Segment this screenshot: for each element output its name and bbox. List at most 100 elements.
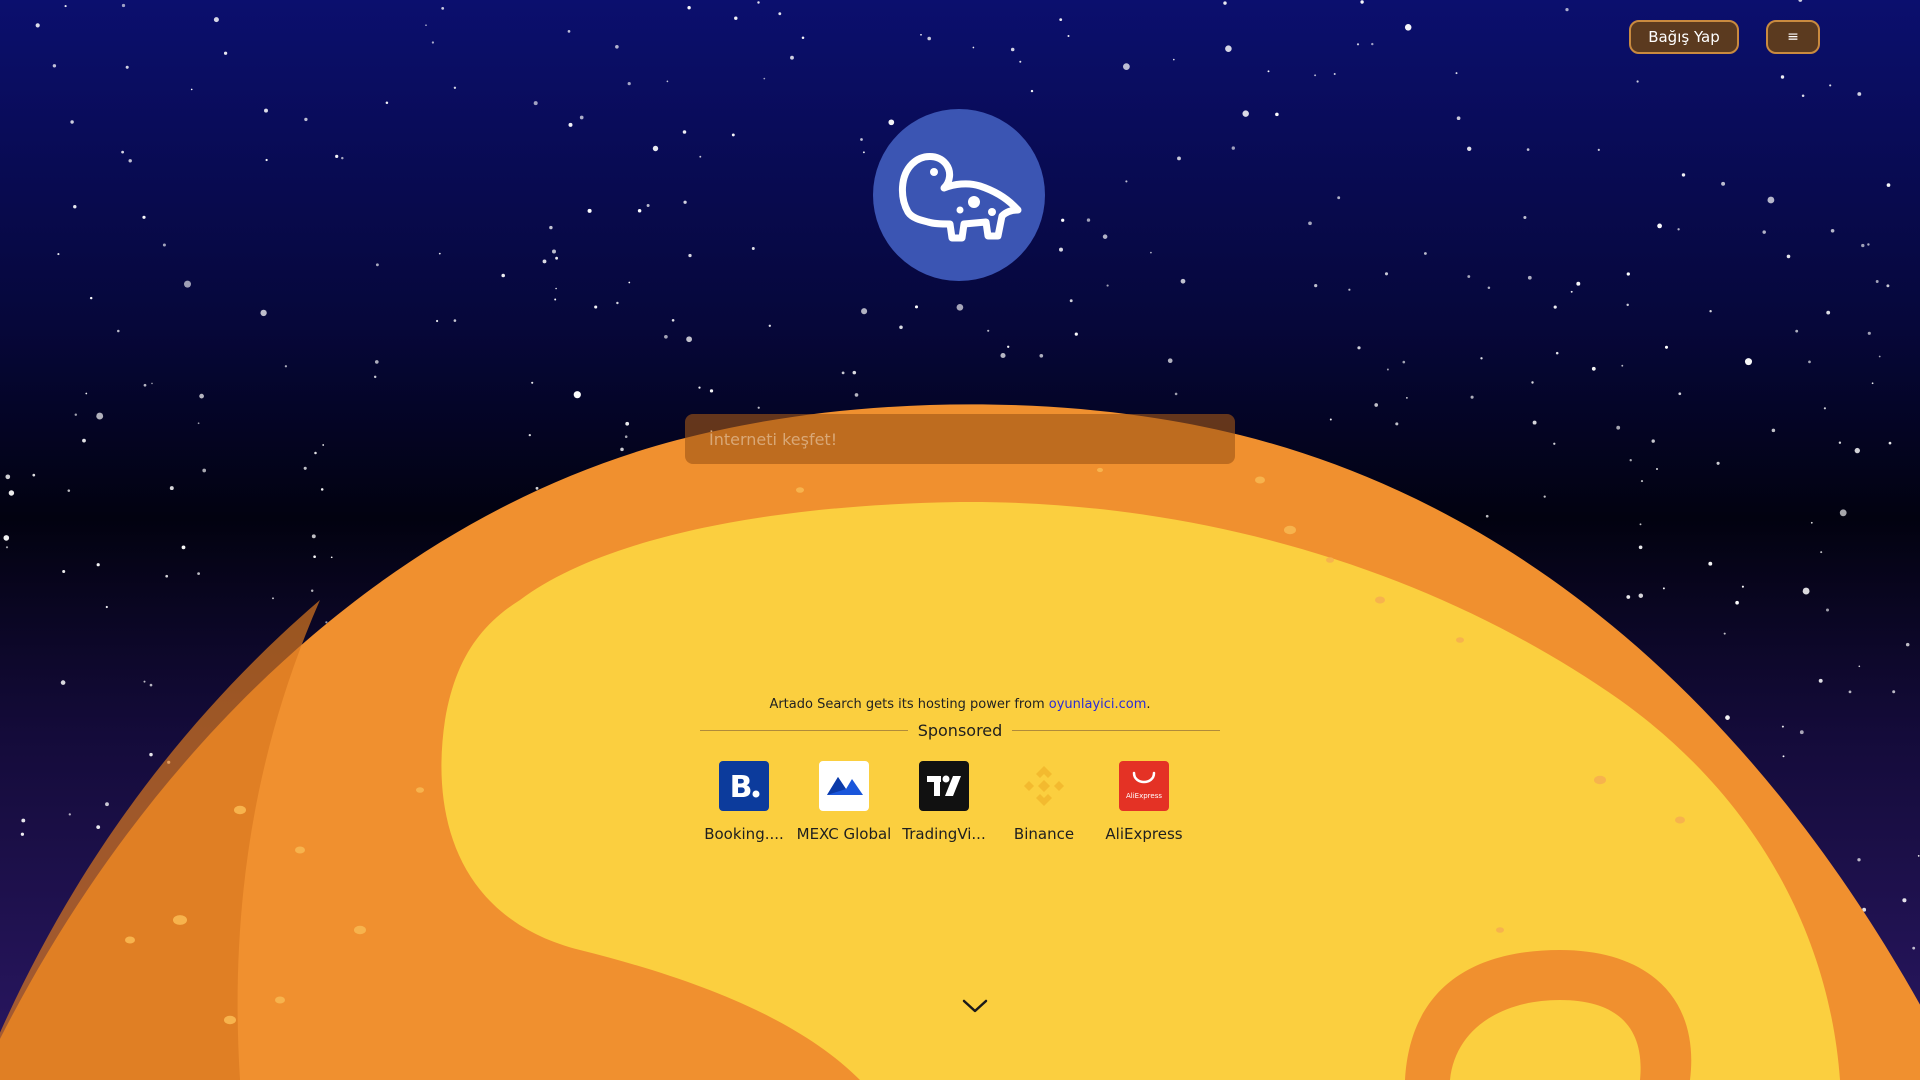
star (325, 621, 328, 624)
star (535, 486, 539, 490)
star (615, 44, 619, 49)
star (616, 301, 619, 305)
star (5, 546, 9, 549)
star (1406, 397, 1408, 399)
star (121, 150, 124, 154)
star (374, 360, 379, 364)
shortcut-binance[interactable]: Binance (994, 761, 1094, 846)
star (330, 556, 333, 559)
star (1487, 286, 1491, 290)
star (272, 597, 274, 600)
star (1039, 353, 1044, 358)
star (149, 683, 153, 687)
star (801, 36, 805, 40)
star (1888, 441, 1892, 445)
booking-icon: B (719, 761, 769, 811)
star (313, 555, 316, 559)
star (1337, 196, 1341, 200)
star (1553, 442, 1556, 445)
shortcut-tradingview[interactable]: TradingVi... (894, 761, 994, 846)
star (688, 253, 692, 258)
star (861, 308, 868, 315)
star (1485, 514, 1489, 518)
star (1467, 275, 1471, 278)
star (314, 451, 317, 455)
aliexpress-icon: AliExpress (1119, 761, 1169, 811)
donate-button[interactable]: Bağış Yap (1629, 20, 1739, 54)
chevron-down-icon[interactable] (960, 995, 990, 1017)
star (322, 444, 325, 446)
shortcut-aliexpress[interactable]: AliExpress AliExpress (1094, 761, 1194, 846)
star (637, 208, 642, 213)
star (68, 813, 71, 816)
tradingview-icon (919, 761, 969, 811)
star (1621, 364, 1624, 367)
star (5, 474, 11, 480)
star (1912, 946, 1916, 950)
menu-button[interactable]: ≡ (1766, 20, 1820, 54)
star (1626, 595, 1631, 599)
planet-spot (1594, 775, 1606, 785)
star (1532, 420, 1537, 425)
star (1871, 382, 1874, 385)
star (1681, 173, 1686, 177)
star (181, 545, 186, 550)
star (82, 438, 86, 443)
star (549, 225, 553, 230)
planet-spot (295, 846, 305, 854)
star (927, 36, 932, 41)
shortcut-mexc[interactable]: MEXC Global (794, 761, 894, 846)
star (1626, 272, 1630, 276)
star (1867, 331, 1871, 335)
star (620, 447, 624, 452)
star (1780, 75, 1785, 79)
star (1231, 146, 1235, 150)
star (751, 247, 755, 250)
star (757, 1, 760, 4)
star (734, 16, 738, 20)
star (57, 253, 60, 256)
star (1838, 441, 1842, 444)
shortcut-name: Booking.... (704, 825, 784, 843)
star (1357, 346, 1361, 350)
star (1857, 858, 1861, 862)
star (1329, 418, 1332, 421)
star (533, 101, 538, 106)
planet-spot (1675, 816, 1685, 824)
star (310, 589, 314, 592)
star (1543, 495, 1546, 498)
star (652, 145, 659, 152)
star (664, 334, 668, 339)
star (260, 309, 267, 317)
star (1735, 600, 1739, 605)
star (265, 158, 268, 162)
hosting-link[interactable]: oyunlayici.com (1049, 697, 1147, 712)
planet-spot (796, 487, 804, 493)
star (60, 680, 66, 685)
star (105, 605, 108, 609)
star (1767, 196, 1775, 204)
shortcut-booking[interactable]: B Booking.... (694, 761, 794, 846)
star (96, 563, 100, 567)
star (143, 680, 146, 683)
sponsored-shortcuts: B Booking.... MEXC Global TradingVi... B… (694, 761, 1194, 846)
binance-icon (1019, 761, 1069, 811)
star (1360, 0, 1364, 4)
star (1639, 523, 1642, 526)
star (624, 435, 628, 438)
star (1905, 642, 1910, 647)
star (1781, 725, 1784, 728)
star (1591, 366, 1596, 371)
star (554, 298, 557, 301)
star (666, 80, 669, 83)
planet-spot (1097, 467, 1103, 473)
star (264, 108, 268, 113)
star (1086, 218, 1091, 222)
star (8, 490, 15, 496)
star (1744, 358, 1753, 366)
star (1106, 284, 1109, 287)
star (143, 383, 147, 387)
star (121, 3, 126, 8)
search-input[interactable] (685, 414, 1235, 464)
star (1059, 247, 1063, 252)
